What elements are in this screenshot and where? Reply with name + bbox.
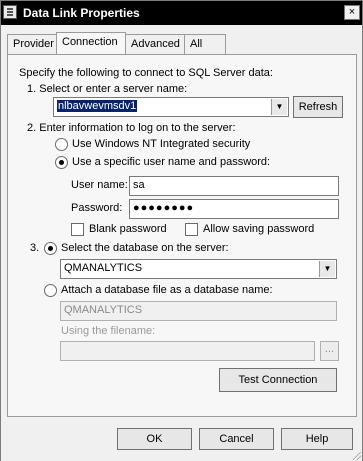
chevron-down-icon[interactable]: ▼ bbox=[271, 99, 287, 115]
database-combo[interactable]: QMANALYTICS ▼ bbox=[60, 259, 337, 279]
attach-database-name-field[interactable]: QMANALYTICS bbox=[60, 301, 337, 321]
tab-provider[interactable]: Provider bbox=[7, 34, 57, 54]
resize-grip-icon[interactable] bbox=[351, 450, 361, 460]
dialog-icon bbox=[3, 5, 17, 19]
radio-specific-user[interactable] bbox=[55, 156, 68, 169]
username-label: User name: bbox=[71, 179, 128, 191]
server-name-combo[interactable]: nlbavwevmsdv1 ▼ bbox=[53, 97, 289, 117]
select-database-label: Select the database on the server: bbox=[61, 242, 229, 254]
radio-windows-security[interactable] bbox=[55, 138, 68, 151]
allow-saving-password-label: Allow saving password bbox=[203, 223, 315, 235]
intro-text: Specify the following to connect to SQL … bbox=[19, 67, 273, 79]
close-button[interactable]: × bbox=[344, 5, 360, 20]
database-value: QMANALYTICS bbox=[64, 262, 143, 274]
allow-saving-password-checkbox[interactable] bbox=[185, 223, 198, 236]
step1-label: 1. Select or enter a server name: bbox=[27, 83, 188, 95]
blank-password-label: Blank password bbox=[89, 223, 167, 235]
password-field[interactable]: ●●●●●●●● bbox=[129, 199, 339, 219]
filename-label: Using the filename: bbox=[61, 325, 156, 337]
tab-advanced[interactable]: Advanced bbox=[125, 34, 185, 54]
tab-all[interactable]: All bbox=[184, 34, 226, 54]
data-link-properties-dialog: Data Link Properties × Provider Connecti… bbox=[0, 0, 363, 461]
refresh-button[interactable]: Refresh bbox=[293, 96, 343, 118]
blank-password-checkbox[interactable] bbox=[71, 223, 84, 236]
title-bar: Data Link Properties × bbox=[1, 1, 362, 25]
step3-number: 3. bbox=[30, 242, 40, 254]
chevron-down-icon[interactable]: ▼ bbox=[319, 261, 335, 277]
help-button[interactable]: Help bbox=[281, 428, 353, 450]
filename-field[interactable] bbox=[60, 341, 315, 361]
server-name-value: nlbavwevmsdv1 bbox=[57, 100, 138, 112]
window-title: Data Link Properties bbox=[23, 6, 140, 20]
username-field[interactable]: sa bbox=[129, 176, 339, 196]
radio-attach-database[interactable] bbox=[44, 284, 57, 297]
cancel-button[interactable]: Cancel bbox=[199, 428, 274, 450]
password-label: Password: bbox=[71, 202, 123, 214]
ok-button[interactable]: OK bbox=[117, 428, 192, 450]
step2-label: 2. Enter information to log on to the se… bbox=[27, 122, 236, 134]
attach-database-label: Attach a database file as a database nam… bbox=[61, 284, 273, 296]
test-connection-button[interactable]: Test Connection bbox=[219, 368, 337, 392]
radio-select-database[interactable] bbox=[44, 242, 57, 255]
specific-user-label: Use a specific user name and password: bbox=[72, 156, 271, 168]
tab-connection[interactable]: Connection bbox=[56, 32, 126, 54]
browse-button[interactable]: ... bbox=[320, 341, 339, 361]
windows-security-label: Use Windows NT Integrated security bbox=[72, 138, 251, 150]
